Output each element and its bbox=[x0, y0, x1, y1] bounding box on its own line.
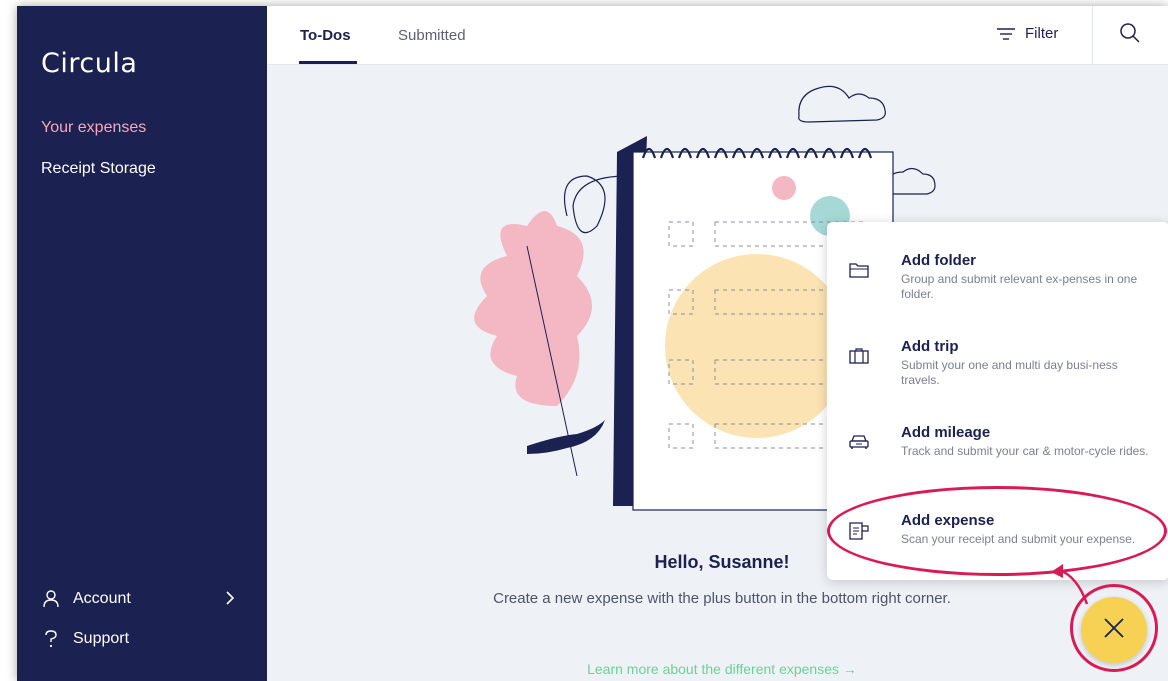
sidebar-item-receipt-storage[interactable]: Receipt Storage bbox=[41, 160, 156, 178]
account-menu[interactable]: Account bbox=[41, 590, 131, 608]
car-icon bbox=[849, 434, 869, 455]
search-icon[interactable] bbox=[1119, 22, 1141, 49]
account-label: Account bbox=[73, 590, 131, 607]
suitcase-icon bbox=[849, 348, 869, 369]
close-add-menu-button[interactable] bbox=[1081, 597, 1147, 663]
sidebar: Circula Your expenses Receipt Storage Ac… bbox=[17, 6, 267, 681]
divider bbox=[1092, 6, 1093, 64]
add-trip-description: Submit your one and multi day busi-ness … bbox=[901, 358, 1118, 387]
support-label: Support bbox=[73, 630, 130, 647]
sidebar-item-your-expenses[interactable]: Your expenses bbox=[41, 119, 146, 137]
tab-submitted[interactable]: Submitted bbox=[398, 27, 466, 44]
question-icon bbox=[41, 630, 61, 648]
active-tab-indicator bbox=[299, 61, 357, 64]
tab-to-dos[interactable]: To-Dos bbox=[300, 27, 351, 44]
add-folder-description: Group and submit relevant ex-penses in o… bbox=[901, 272, 1138, 301]
add-trip-title: Add trip bbox=[901, 338, 959, 355]
close-icon bbox=[1103, 617, 1125, 644]
learn-more-link[interactable]: Learn more about the different expenses … bbox=[267, 661, 1168, 677]
chevron-right-icon[interactable] bbox=[225, 590, 235, 611]
add-mileage-title: Add mileage bbox=[901, 424, 991, 441]
empty-state-message: Create a new expense with the plus butto… bbox=[493, 590, 951, 607]
filter-button[interactable]: Filter bbox=[997, 25, 1058, 42]
user-icon bbox=[41, 590, 61, 608]
filter-icon bbox=[997, 27, 1015, 40]
logo: Circula bbox=[41, 48, 138, 79]
add-trip-option[interactable]: Add trip Submit your one and multi day b… bbox=[827, 328, 1168, 398]
main-content: To-Dos Submitted Filter Hello, Susanne! … bbox=[267, 6, 1168, 681]
filter-label: Filter bbox=[1025, 25, 1059, 42]
add-folder-title: Add folder bbox=[901, 252, 976, 269]
highlight-ellipse bbox=[827, 486, 1167, 576]
add-folder-option[interactable]: Add folder Group and submit relevant ex-… bbox=[827, 242, 1168, 312]
app-window: Circula Your expenses Receipt Storage Ac… bbox=[17, 6, 1168, 681]
add-mileage-description: Track and submit your car & motor-cycle … bbox=[901, 444, 1149, 458]
top-bar: To-Dos Submitted Filter bbox=[267, 6, 1168, 65]
add-mileage-option[interactable]: Add mileage Track and submit your car & … bbox=[827, 414, 1168, 484]
support-link[interactable]: Support bbox=[41, 630, 129, 648]
folder-icon bbox=[849, 262, 869, 283]
